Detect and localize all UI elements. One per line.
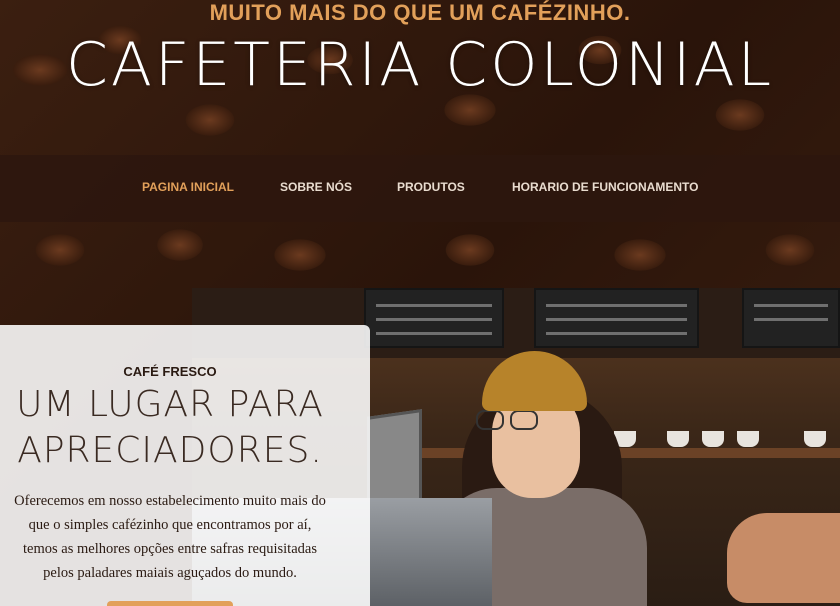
barista-beanie bbox=[482, 351, 587, 411]
cup bbox=[667, 431, 689, 447]
site-tagline: MUITO MAIS DO QUE UM CAFÉZINHO. bbox=[209, 0, 631, 25]
intro-headline-line: APRECIADORES. bbox=[17, 430, 323, 471]
chalkboard-menu bbox=[742, 288, 840, 348]
glasses bbox=[476, 410, 504, 430]
chalkboard-menu bbox=[364, 288, 504, 348]
cup bbox=[702, 431, 724, 447]
nav-link-pagina-inicial[interactable]: PAGINA INICIAL bbox=[142, 180, 234, 194]
nav-link-horario-de-funcionamento[interactable]: HORARIO DE FUNCIONAMENTO bbox=[512, 180, 698, 194]
intro-body-line: temos as melhores opções entre safras re… bbox=[23, 541, 317, 557]
intro-eyebrow: CAFÉ FRESCO bbox=[123, 364, 217, 379]
intro-card: CAFÉ FRESCO UM LUGAR PARA APRECIADORES. … bbox=[0, 325, 370, 606]
intro-cta-button[interactable] bbox=[107, 601, 233, 606]
cup bbox=[737, 431, 759, 447]
cup bbox=[804, 431, 826, 447]
customer-arm bbox=[727, 513, 840, 603]
chalkboard-menu bbox=[534, 288, 699, 348]
intro-headline-line: UM LUGAR PARA bbox=[16, 384, 324, 425]
intro-headline: UM LUGAR PARA APRECIADORES. bbox=[0, 382, 340, 474]
intro-body: Oferecemos em nosso estabelecimento muit… bbox=[0, 489, 340, 585]
main-navigation: PAGINA INICIAL SOBRE NÓS PRODUTOS HORARI… bbox=[0, 155, 840, 222]
nav-link-produtos[interactable]: PRODUTOS bbox=[397, 180, 465, 194]
nav-link-sobre-nos[interactable]: SOBRE NÓS bbox=[280, 180, 352, 194]
site-brand-title: CAFETERIA COLONIAL bbox=[65, 30, 775, 100]
intro-body-line: que o simples cafézinho que encontramos … bbox=[28, 517, 312, 533]
site-header: MUITO MAIS DO QUE UM CAFÉZINHO. CAFETERI… bbox=[0, 0, 840, 155]
intro-body-line: pelos paladares maiais aguçados do mundo… bbox=[43, 565, 297, 581]
intro-body-line: Oferecemos em nosso estabelecimento muit… bbox=[14, 493, 326, 509]
glasses bbox=[510, 410, 538, 430]
